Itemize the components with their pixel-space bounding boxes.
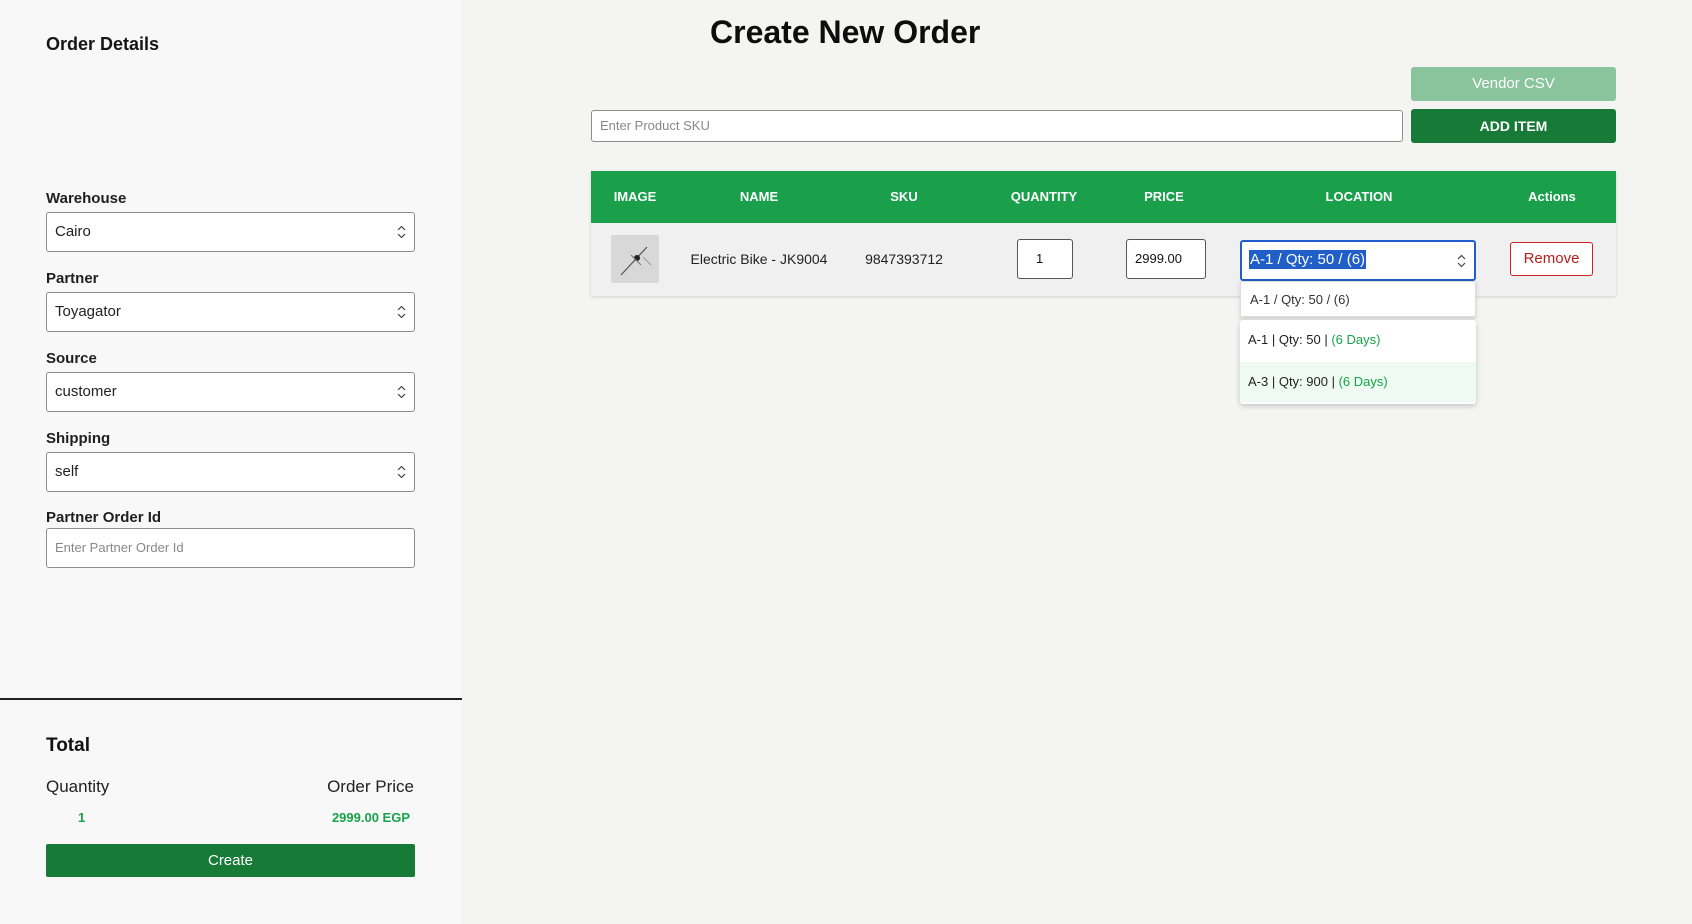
warehouse-select[interactable]: Cairo bbox=[46, 212, 415, 252]
col-header-image: IMAGE bbox=[613, 189, 657, 204]
price-input[interactable]: 2999.00 bbox=[1126, 239, 1206, 279]
location-option[interactable]: A-1 | Qty: 50 | (6 Days) bbox=[1240, 320, 1476, 360]
partner-order-id-input[interactable]: Enter Partner Order Id bbox=[46, 528, 415, 568]
location-option-text: A-3 | Qty: 900 | bbox=[1248, 374, 1339, 389]
order-details-sidebar: Order Details Warehouse Cairo Partner To… bbox=[0, 0, 462, 924]
quantity-input[interactable]: 1 bbox=[1017, 239, 1073, 279]
total-title: Total bbox=[46, 735, 90, 756]
chevron-updown-icon bbox=[397, 465, 406, 479]
total-quantity-label: Quantity bbox=[46, 777, 110, 796]
partner-select[interactable]: Toyagator bbox=[46, 292, 415, 332]
col-header-location: LOCATION bbox=[1325, 189, 1393, 204]
col-header-name: NAME bbox=[739, 189, 779, 204]
warehouse-label: Warehouse bbox=[46, 190, 127, 207]
table-header: IMAGE NAME SKU QUANTITY PRICE LOCATION A… bbox=[591, 171, 1616, 223]
location-option-text: A-1 | Qty: 50 | bbox=[1248, 332, 1332, 347]
chevron-updown-icon bbox=[1457, 254, 1466, 268]
col-header-sku: SKU bbox=[890, 189, 918, 204]
chevron-updown-icon bbox=[397, 225, 406, 239]
shipping-value: self bbox=[55, 463, 79, 480]
page-title: Create New Order bbox=[710, 14, 981, 50]
product-sku: 9847393712 bbox=[865, 251, 943, 267]
col-header-quantity: QUANTITY bbox=[1010, 189, 1078, 204]
total-quantity-value: 1 bbox=[78, 810, 86, 825]
partner-value: Toyagator bbox=[55, 303, 121, 320]
order-price-value: 2999.00 EGP bbox=[331, 810, 410, 825]
location-dropdown-current[interactable]: A-1 / Qty: 50 / (6) bbox=[1240, 281, 1476, 317]
bike-icon bbox=[620, 246, 652, 276]
sidebar-title: Order Details bbox=[46, 34, 160, 54]
partner-label: Partner bbox=[46, 270, 99, 287]
source-select[interactable]: customer bbox=[46, 372, 415, 412]
shipping-select[interactable]: self bbox=[46, 452, 415, 492]
product-image bbox=[611, 235, 659, 283]
location-option-days: (6 Days) bbox=[1331, 332, 1381, 347]
location-option-days: (6 Days) bbox=[1338, 374, 1388, 389]
warehouse-value: Cairo bbox=[55, 223, 91, 240]
partner-order-id-label: Partner Order Id bbox=[46, 509, 162, 526]
product-name: Electric Bike - JK9004 bbox=[690, 251, 828, 267]
location-select[interactable]: A-1 / Qty: 50 / (6) bbox=[1240, 240, 1476, 281]
location-dropdown-list: A-1 | Qty: 50 | (6 Days) A-3 | Qty: 900 … bbox=[1240, 320, 1476, 404]
source-value: customer bbox=[55, 383, 117, 400]
shipping-label: Shipping bbox=[46, 430, 111, 447]
order-price-label: Order Price bbox=[327, 777, 414, 796]
product-sku-input[interactable]: Enter Product SKU bbox=[591, 110, 1403, 142]
location-option[interactable]: A-3 | Qty: 900 | (6 Days) bbox=[1240, 362, 1476, 402]
sidebar-divider bbox=[0, 698, 462, 700]
create-button[interactable]: Create bbox=[46, 844, 415, 877]
col-header-actions: Actions bbox=[1528, 189, 1576, 204]
add-item-button[interactable]: ADD ITEM bbox=[1411, 109, 1616, 143]
location-selected-value: A-1 / Qty: 50 / (6) bbox=[1249, 250, 1367, 269]
vendor-csv-button[interactable]: Vendor CSV bbox=[1411, 67, 1616, 101]
source-label: Source bbox=[46, 350, 97, 367]
remove-button[interactable]: Remove bbox=[1510, 242, 1593, 276]
order-items-table: IMAGE NAME SKU QUANTITY PRICE LOCATION A… bbox=[591, 171, 1616, 296]
chevron-updown-icon bbox=[397, 305, 406, 319]
chevron-updown-icon bbox=[397, 385, 406, 399]
col-header-price: PRICE bbox=[1144, 189, 1184, 204]
